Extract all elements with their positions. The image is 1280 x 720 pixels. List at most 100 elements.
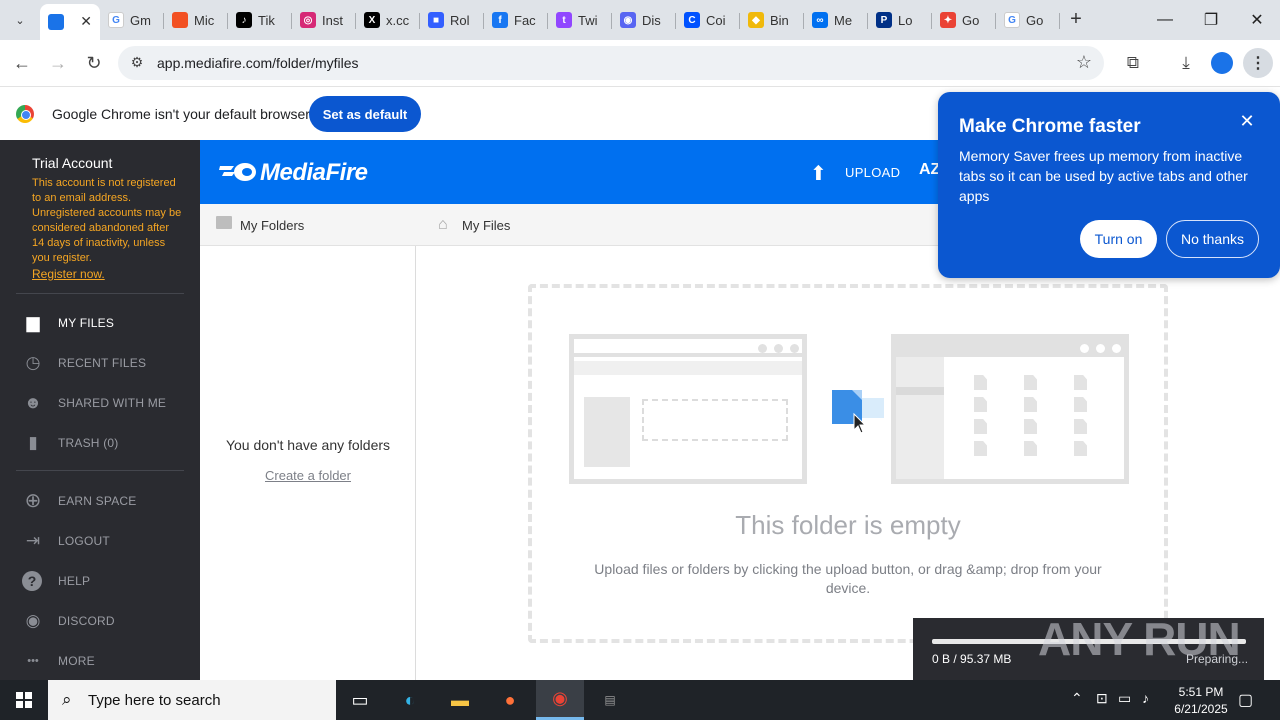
browser-tab[interactable]: C Coi <box>676 4 740 36</box>
upload-icon[interactable]: ⬆ <box>810 161 827 186</box>
sidebar-item-shared-with-me[interactable]: ☻ SHARED WITH ME <box>0 389 200 417</box>
users-icon: ☻ <box>24 393 42 412</box>
chevron-down-icon: ⌄ <box>15 14 25 27</box>
tab-search-button[interactable]: ⌄ <box>8 8 32 32</box>
tab-title: Rol <box>450 12 470 28</box>
browser-tab[interactable]: ◉ Dis <box>612 4 676 36</box>
mediafire-logo[interactable]: MediaFire <box>260 159 368 187</box>
close-window-button[interactable]: ✕ <box>1234 0 1280 40</box>
folder-icon: ▆ <box>26 313 40 332</box>
browser-tab[interactable]: ✦ Go <box>932 4 996 36</box>
mediafire-logo-icon[interactable] <box>218 160 258 184</box>
browser-tab[interactable]: ◆ Bin <box>740 4 804 36</box>
tab-title: Lo <box>898 12 913 28</box>
chrome-taskbar-icon[interactable]: ◉ <box>536 680 584 720</box>
tab-strip: ⌄ ✕ G Gm Mic ♪ Tik ◎ Inst Xx.cc ■ Rol f Fac t Twi ◉ Dis C… <box>0 0 1280 40</box>
new-tab-button[interactable]: + <box>1066 8 1086 32</box>
folder-icon <box>216 216 232 229</box>
tab-favicon-icon: P <box>876 12 892 28</box>
browser-tab[interactable]: P Lo <box>868 4 932 36</box>
volume-icon[interactable]: ♪ <box>1142 690 1149 706</box>
create-folder-link[interactable]: Create a folder <box>200 468 416 483</box>
tab-favicon-icon <box>172 12 188 28</box>
sidebar-item-label: DISCORD <box>58 614 115 628</box>
set-default-button[interactable]: Set as default <box>309 96 421 132</box>
browser-tab[interactable]: Xx.cc <box>356 4 420 36</box>
sidebar-item-my-files[interactable]: ▆ MY FILES <box>0 309 200 337</box>
browser-tab[interactable]: G Go <box>996 4 1060 36</box>
browser-tab[interactable]: ◎ Inst <box>292 4 356 36</box>
upload-button[interactable]: UPLOAD <box>845 165 900 180</box>
breadcrumb-current: My Files <box>462 218 511 233</box>
tab-title: x.cc <box>386 12 410 28</box>
browser-tab[interactable]: f Fac <box>484 4 548 36</box>
extensions-icon[interactable]: ⧉ <box>1122 52 1144 74</box>
help-icon: ? <box>22 571 42 591</box>
discord-icon: ◉ <box>25 611 41 630</box>
trial-account-title: Trial Account <box>32 155 113 171</box>
tab-title: Twi <box>578 12 598 28</box>
browser-tab[interactable]: Mic <box>164 4 228 36</box>
sidebar-item-help[interactable]: ? HELP <box>0 567 200 595</box>
taskbar-app-icon[interactable]: ▤ <box>586 680 634 720</box>
firefox-icon[interactable]: ● <box>486 680 534 720</box>
sidebar-item-trash[interactable]: ▮ TRASH (0) <box>0 429 200 457</box>
tab-favicon-icon: C <box>684 12 700 28</box>
browser-tab[interactable]: ∞ Me <box>804 4 868 36</box>
turn-on-button[interactable]: Turn on <box>1080 220 1157 258</box>
close-icon[interactable]: ✕ <box>1238 112 1256 130</box>
sidebar-item-logout[interactable]: ⇥ LOGOUT <box>0 527 200 555</box>
task-view-icon[interactable]: ▭ <box>336 680 384 720</box>
tray-overflow-icon[interactable]: ⌃ <box>1071 690 1083 707</box>
bookmark-star-icon[interactable]: ☆ <box>1076 52 1092 73</box>
file-icon <box>974 441 987 456</box>
no-thanks-button[interactable]: No thanks <box>1166 220 1259 258</box>
home-icon[interactable]: ⌂ <box>438 216 448 234</box>
drop-zone[interactable]: This folder is empty Upload files or fol… <box>528 284 1168 643</box>
file-icon <box>1074 419 1087 434</box>
sidebar-item-earn-space[interactable]: ⊕ EARN SPACE <box>0 487 200 515</box>
taskbar-search[interactable]: ⌕ Type here to search <box>48 680 336 720</box>
wifi-icon[interactable]: ▭ <box>1118 690 1131 707</box>
sidebar-item-label: TRASH (0) <box>58 436 119 450</box>
promo-title: Make Chrome faster <box>959 116 1141 137</box>
browser-tab[interactable]: ■ Rol <box>420 4 484 36</box>
tab-separator <box>1059 13 1060 29</box>
tab-close-icon[interactable]: ✕ <box>80 13 92 30</box>
sidebar-item-label: SHARED WITH ME <box>58 396 167 410</box>
clock-date[interactable]: 6/21/2025 <box>1166 702 1236 716</box>
tab-favicon-icon: ◎ <box>300 12 316 28</box>
sidebar-item-label: RECENT FILES <box>58 356 147 370</box>
forward-button[interactable]: → <box>47 52 69 74</box>
notifications-icon[interactable]: ▢ <box>1238 690 1253 710</box>
minimize-button[interactable]: — <box>1142 0 1188 40</box>
no-folders-message: You don't have any folders <box>225 437 391 453</box>
clock-time[interactable]: 5:51 PM <box>1166 685 1236 699</box>
reload-button[interactable]: ↻ <box>83 52 105 74</box>
file-explorer-icon[interactable]: ▬ <box>436 680 484 720</box>
profile-avatar[interactable] <box>1211 52 1233 74</box>
site-info-icon[interactable]: ⚙ <box>128 54 146 72</box>
downloads-icon[interactable]: ⤓ <box>1175 52 1197 74</box>
browser-tab[interactable]: G Gm <box>100 4 164 36</box>
edge-icon[interactable]: ◐ <box>386 680 434 720</box>
sidebar-item-more[interactable]: ••• MORE <box>0 647 200 675</box>
browser-tab[interactable]: ♪ Tik <box>228 4 292 36</box>
sidebar-item-recent-files[interactable]: ◷ RECENT FILES <box>0 349 200 377</box>
sidebar-divider <box>16 293 184 294</box>
address-bar[interactable]: ⚙ app.mediafire.com/folder/myfiles ☆ <box>118 46 1104 80</box>
tab-favicon-icon: f <box>492 12 508 28</box>
sidebar-item-discord[interactable]: ◉ DISCORD <box>0 607 200 635</box>
file-icon <box>1074 397 1087 412</box>
start-button[interactable] <box>0 680 48 720</box>
chrome-menu-button[interactable]: ⋮ <box>1243 48 1273 78</box>
browser-tab[interactable]: t Twi <box>548 4 612 36</box>
restore-button[interactable]: ❐ <box>1188 0 1234 40</box>
network-icon[interactable]: ⊡ <box>1096 690 1108 707</box>
trial-account-warning: This account is not registered to an ema… <box>32 177 182 264</box>
back-button[interactable]: ← <box>11 52 33 74</box>
browser-tab[interactable]: ✕ <box>40 4 100 40</box>
register-link[interactable]: Register now. <box>32 267 105 281</box>
tab-favicon-icon: ♪ <box>236 12 252 28</box>
sidebar-item-label: EARN SPACE <box>58 494 137 508</box>
